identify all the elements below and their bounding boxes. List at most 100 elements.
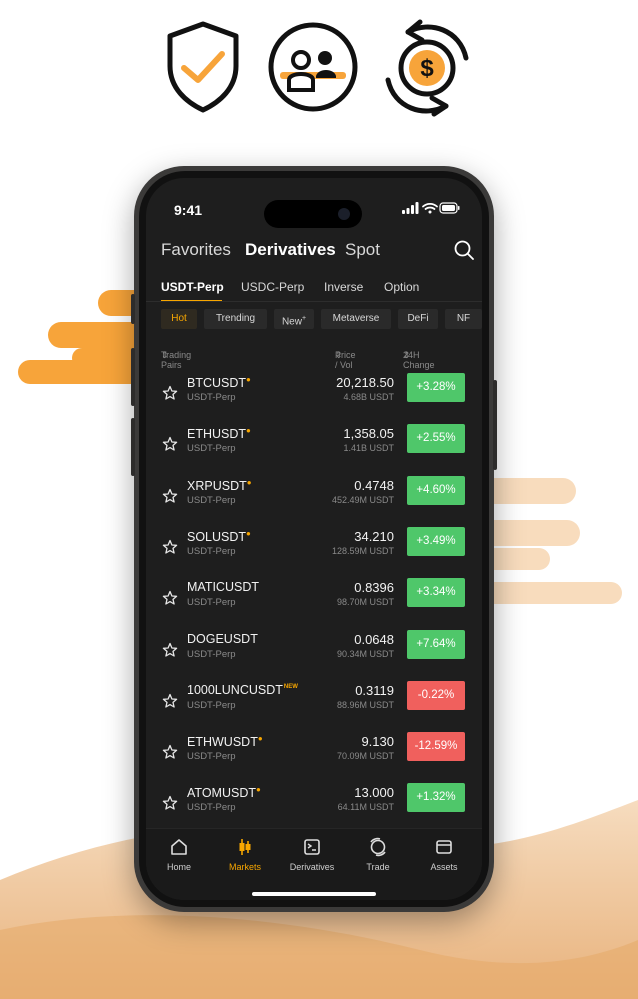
market-row[interactable]: 1000LUNCUSDTNEW USDT-Perp 0.3119 88.96M USD… [146, 676, 482, 727]
favorite-star-icon[interactable] [162, 539, 178, 555]
pair-name-wrap: SOLUSDT● [187, 529, 251, 544]
market-row[interactable]: MATICUSDT USDT-Perp 0.8396 98.70M USDT +3.34… [146, 573, 482, 624]
change-badge[interactable]: -0.22% [407, 680, 465, 710]
status-bar: 9:41 [146, 178, 482, 228]
chip-new-marker: + [301, 315, 307, 322]
header-trading-pairs[interactable]: Trading Pairs ⇕ [161, 350, 191, 370]
subtab-usdt-perp[interactable]: USDT-Perp [161, 280, 224, 294]
nav-assets[interactable]: Assets [414, 837, 474, 872]
change-badge[interactable]: -12.59% [407, 732, 465, 762]
pair-volume: 98.70M USDT [336, 597, 394, 608]
favorite-star-icon[interactable] [162, 590, 178, 606]
market-row[interactable]: DOGEUSDT USDT-Perp 0.0648 90.34M USDT +7.64% [146, 625, 482, 676]
users-icon [268, 22, 358, 112]
nav-derivatives[interactable]: Derivatives [282, 837, 342, 872]
market-nav: Favorites Derivatives Spot [161, 238, 476, 264]
change-badge[interactable]: +4.60% [407, 475, 465, 505]
tab-spot[interactable]: Spot [345, 240, 380, 260]
pair-type: USDT-Perp [187, 699, 236, 711]
chip-label: NF [456, 313, 471, 324]
favorite-star-icon[interactable] [162, 642, 178, 658]
favorite-star-icon[interactable] [162, 744, 178, 760]
dollar-exchange-icon: $ [385, 19, 469, 117]
change-badge[interactable]: +3.49% [407, 526, 465, 556]
favorite-star-icon[interactable] [162, 795, 178, 811]
change-badge[interactable]: +2.55% [407, 424, 465, 454]
market-row[interactable]: XRPUSDT● USDT-Perp 0.4748 452.49M USDT +4.60… [146, 471, 482, 522]
phone-mockup: 9:41 Favorites Derivatives Spot USDT-Per… [131, 166, 497, 912]
pair-volume: 1.41B USDT [343, 443, 394, 454]
trade-icon [370, 837, 386, 857]
header-24h-change[interactable]: 24H Change ⇕ [403, 350, 435, 370]
chip-metaverse[interactable]: Metaverse [321, 309, 391, 329]
status-time: 9:41 [174, 202, 203, 218]
pair-symbol: ETHUSDT [187, 427, 247, 442]
header-label: 24H Change [403, 350, 435, 370]
pair-type: USDT-Perp [187, 802, 236, 814]
pair-price: 1,358.05 [343, 426, 394, 442]
pair-symbol: MATICUSDT [187, 580, 259, 595]
market-row[interactable]: BTCUSDT● USDT-Perp 20,218.50 4.68B USDT +3.2… [146, 368, 482, 419]
pair-symbol: 1000LUNCUSDT [187, 682, 283, 697]
home-indicator[interactable] [252, 892, 376, 896]
tab-favorites[interactable]: Favorites [161, 240, 231, 260]
favorite-star-icon[interactable] [162, 488, 178, 504]
chip-label: DeFi [407, 313, 429, 324]
pair-price: 20,218.50 [336, 375, 394, 390]
pair-symbol: BTCUSDT [187, 376, 247, 390]
pair-price: 0.4748 [354, 477, 394, 493]
subtab-inverse[interactable]: Inverse [324, 280, 363, 294]
divider [146, 301, 482, 302]
pair-type: USDT-Perp [187, 545, 236, 557]
pair-name-wrap: ATOMUSDT● [187, 785, 261, 800]
hot-flame-icon: ● [246, 375, 251, 384]
nav-home[interactable]: Home [149, 837, 209, 872]
chip-new[interactable]: New+ [274, 309, 314, 329]
market-row[interactable]: ATOMUSDT● USDT-Perp 13.000 64.11M USDT +1.32… [146, 778, 482, 829]
pair-type: USDT-Perp [187, 494, 236, 506]
tab-derivatives[interactable]: Derivatives [245, 240, 336, 260]
dynamic-island [264, 200, 362, 228]
subtab-usdc-perp[interactable]: USDC-Perp [241, 280, 304, 294]
pair-price: 34.210 [354, 528, 394, 544]
chip-trending[interactable]: Trending [204, 309, 267, 329]
chip-hot[interactable]: Hot [161, 309, 197, 329]
favorite-star-icon[interactable] [162, 693, 178, 709]
phone-side-button [493, 380, 497, 470]
wifi-icon [422, 202, 438, 210]
search-icon[interactable] [452, 238, 476, 262]
header-price-vol[interactable]: Price / Vol ⇕ [335, 350, 356, 370]
hot-flame-icon: ● [246, 528, 251, 538]
pair-symbol: ATOMUSDT [187, 786, 256, 801]
chip-defi[interactable]: DeFi [398, 309, 438, 329]
subtab-option[interactable]: Option [384, 280, 419, 294]
battery-icon [439, 202, 460, 214]
nav-markets[interactable]: Markets [215, 837, 275, 872]
wallet-icon [436, 840, 452, 854]
hot-flame-icon: ● [257, 734, 263, 744]
candlestick-icon [239, 839, 251, 855]
change-badge[interactable]: +1.32% [407, 783, 465, 813]
status-icons [402, 202, 460, 214]
favorite-star-icon[interactable] [162, 385, 178, 401]
contract-type-tabs: USDT-Perp USDC-Perp Inverse Option [161, 278, 476, 302]
nav-label: Markets [228, 862, 261, 872]
market-row[interactable]: ETHWUSDT● USDT-Perp 9.130 70.09M USDT -12.59… [146, 727, 482, 778]
phone-side-button [131, 418, 135, 476]
nav-label: Trade [366, 862, 390, 872]
market-row[interactable]: ETHUSDT● USDT-Perp 1,358.05 1.41B USDT +2.55… [146, 419, 482, 470]
pair-price: 0.3119 [355, 682, 394, 698]
change-badge[interactable]: +3.28% [407, 373, 465, 402]
favorite-star-icon[interactable] [162, 436, 178, 452]
nav-trade[interactable]: Trade [348, 837, 408, 872]
chip-nft[interactable]: NF [445, 309, 482, 329]
market-row[interactable]: SOLUSDT● USDT-Perp 34.210 128.59M USDT +3.49… [146, 522, 482, 573]
new-badge: NEW [283, 683, 298, 690]
change-badge[interactable]: +7.64% [407, 629, 465, 659]
pair-type: USDT-Perp [187, 443, 236, 455]
pair-type: USDT-Perp [187, 597, 236, 609]
pair-volume: 128.59M USDT [331, 545, 394, 556]
change-badge[interactable]: +3.34% [407, 578, 465, 608]
home-icon [171, 839, 187, 855]
pair-volume: 88.96M USDT [336, 699, 394, 710]
